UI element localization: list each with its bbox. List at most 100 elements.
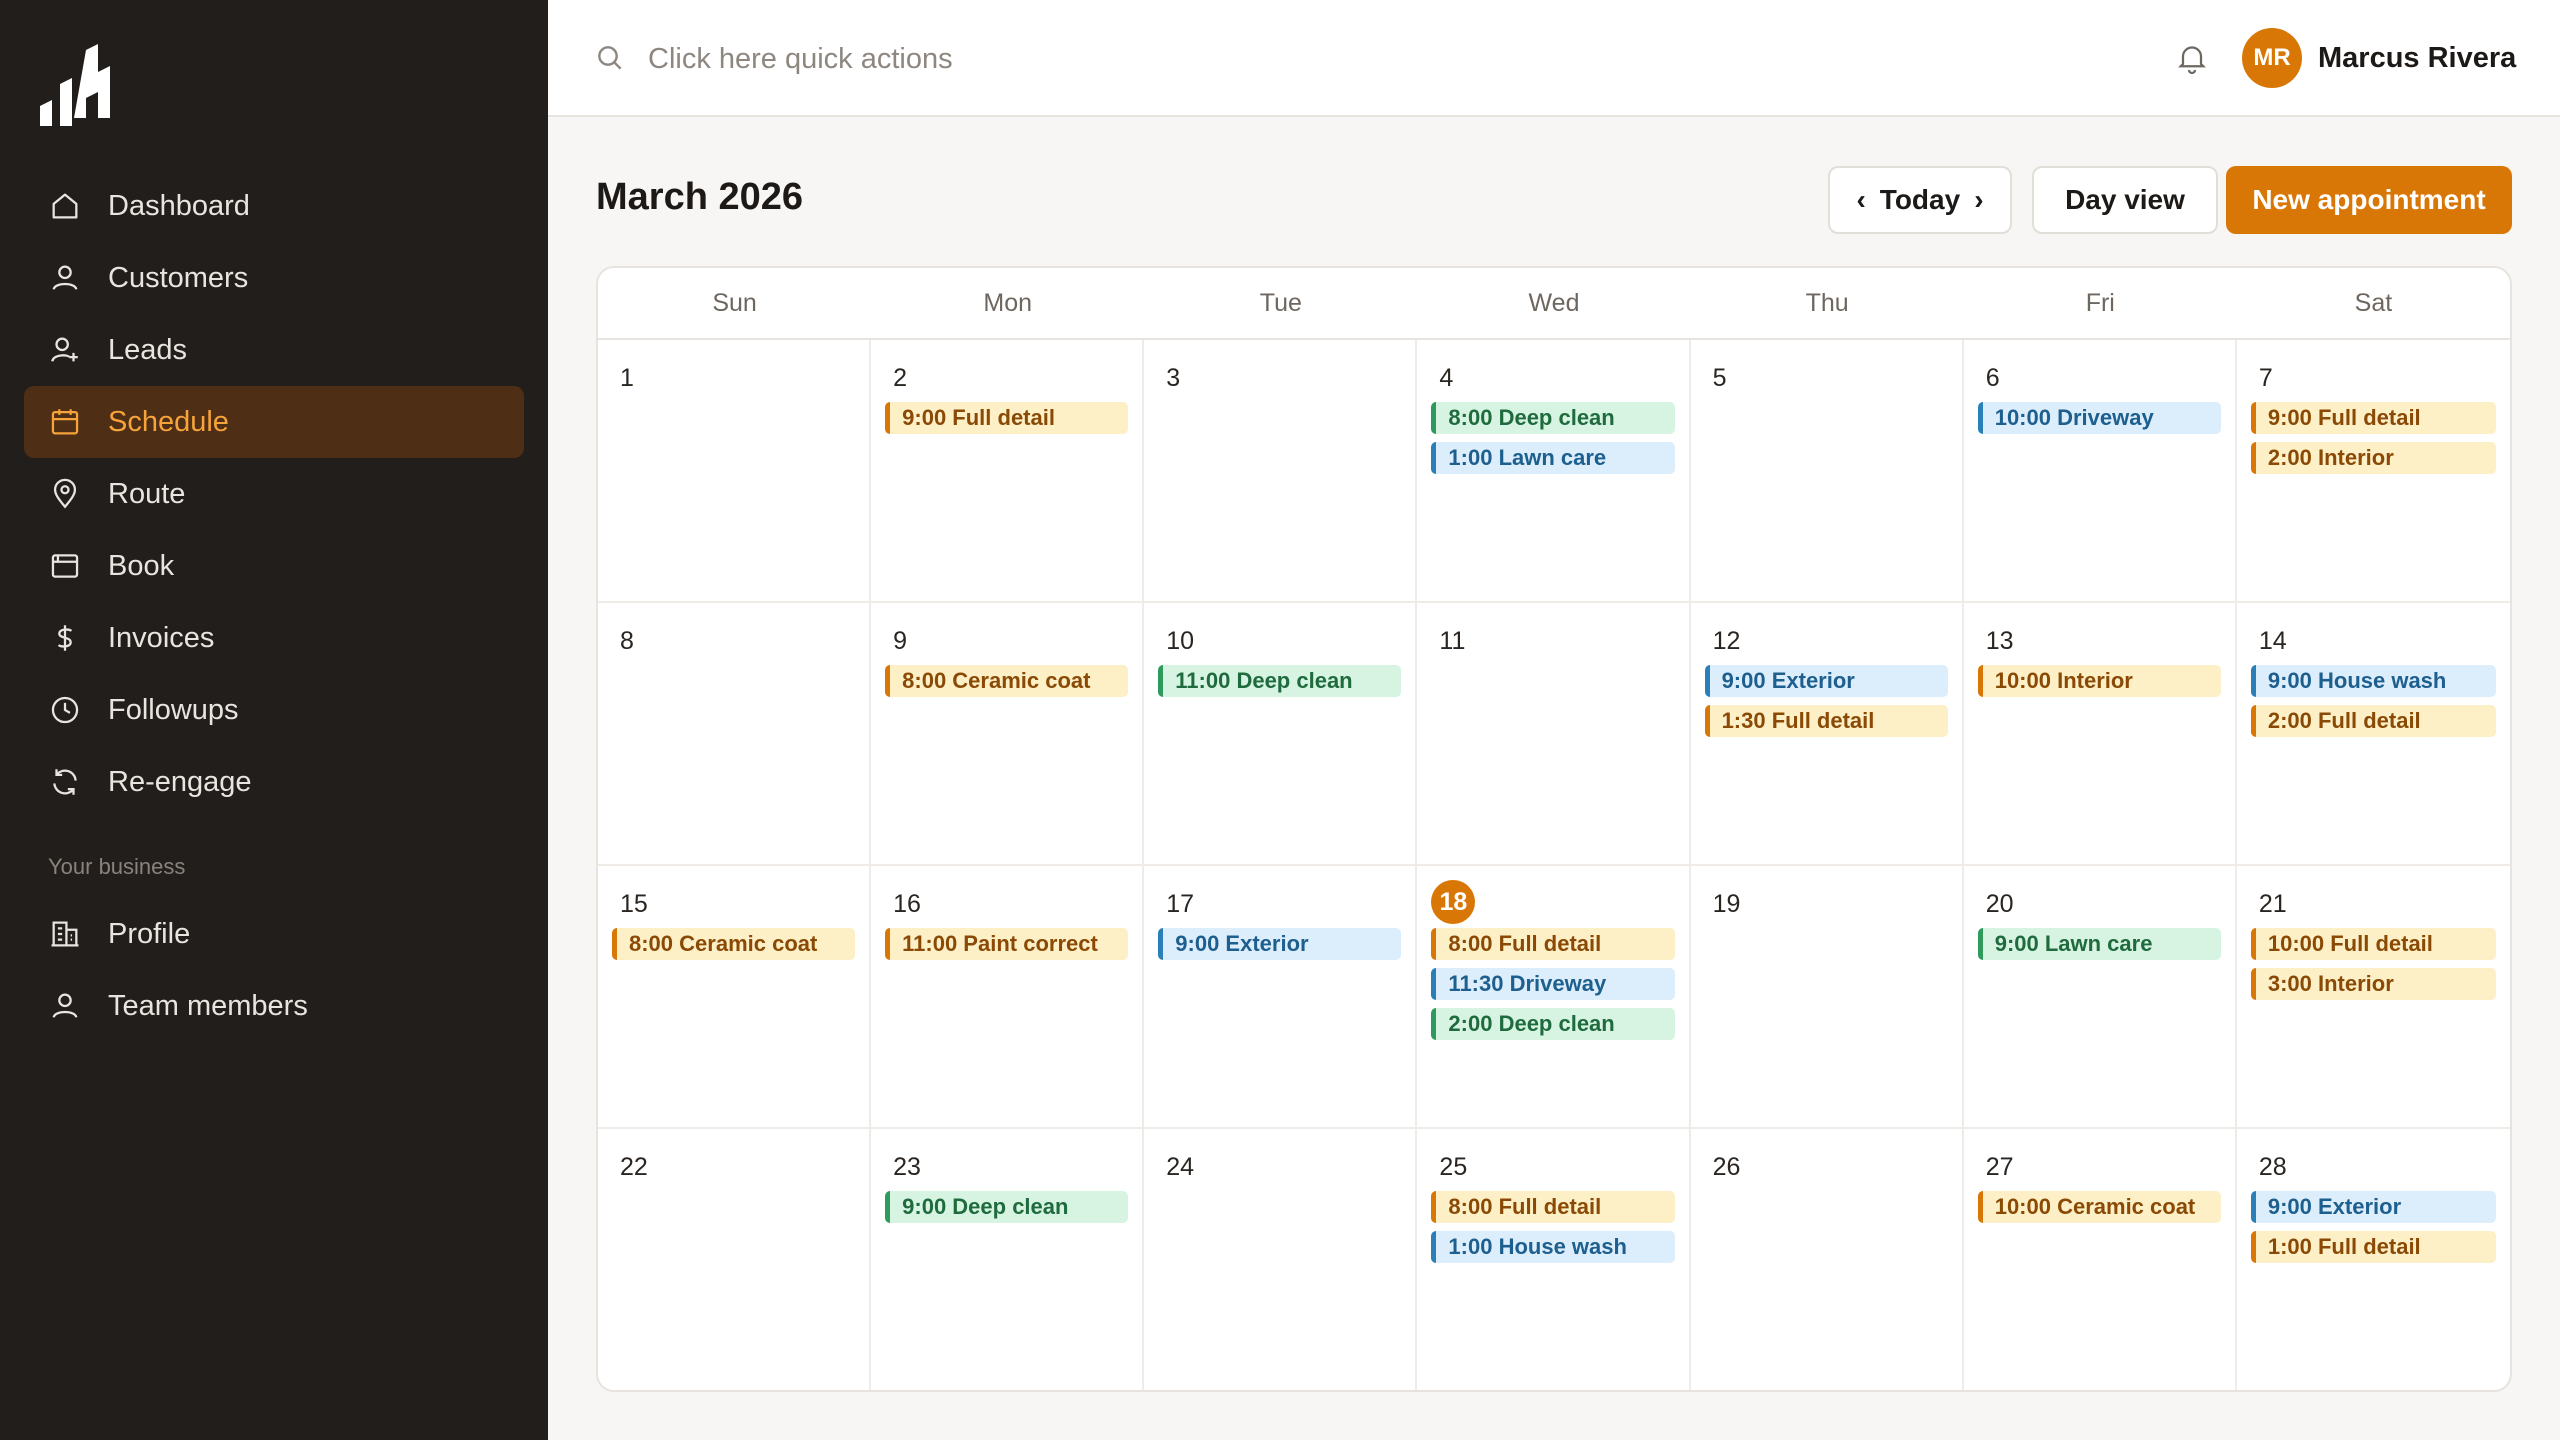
appointment-chip[interactable]: 1:00 House wash [1431,1231,1675,1263]
appointment-chip[interactable]: 10:00 Driveway [1977,402,2221,434]
chevron-left-icon[interactable]: ‹ [1842,184,1879,216]
calendar-icon [48,405,82,439]
appointment-chip[interactable]: 9:00 Exterior [1704,665,1948,697]
sidebar-item-book[interactable]: Book [24,530,524,602]
today-nav-group: ‹ Today › [1828,166,2012,234]
day-cell[interactable]: 27 10:00 Ceramic coat [1964,1129,2237,1390]
appointment-chip[interactable]: 11:00 Paint correct [885,928,1129,960]
day-number: 14 [2258,626,2287,655]
sidebar-item-leads[interactable]: Leads [24,314,524,386]
sidebar-item-invoices[interactable]: Invoices [24,602,524,674]
event-list: 11:00 Deep clean [1158,665,1402,697]
weekday-label: Wed [1528,288,1580,317]
appointment-chip[interactable]: 9:00 Lawn care [1977,928,2221,960]
appointment-chip[interactable]: 9:00 Exterior [1158,928,1402,960]
logo[interactable] [38,44,110,126]
appointment-chip[interactable]: 9:00 Full detail [2250,402,2496,434]
day-cell[interactable]: 9 8:00 Ceramic coat [871,603,1145,866]
bell-icon[interactable] [2174,40,2210,76]
day-cell[interactable]: 25 8:00 Full detail 1:00 House wash [1417,1129,1691,1390]
sidebar-item-label: Customers [108,261,249,294]
appointment-chip[interactable]: 2:00 Interior [2250,442,2496,474]
day-number: 19 [1712,889,1741,918]
dollar-icon [48,621,82,655]
weekday-label: Thu [1805,288,1849,317]
day-cell[interactable]: 11 [1417,603,1691,866]
appointment-chip[interactable]: 11:00 Deep clean [1158,665,1402,697]
sidebar-item-re-engage[interactable]: Re-engage [24,746,524,818]
day-cell[interactable]: 5 [1690,340,1964,603]
section-label-business: Your business [48,854,186,879]
appointment-chip[interactable]: 11:30 Driveway [1431,968,1675,1000]
day-cell[interactable]: 14 9:00 House wash 2:00 Full detail [2236,603,2510,866]
day-cell[interactable]: 1 [598,340,872,603]
weekday-label: Sun [712,288,757,317]
new-appointment-button[interactable]: New appointment [2226,166,2512,234]
day-cell[interactable]: 24 [1144,1129,1418,1390]
day-cell[interactable]: 18 8:00 Full detail 11:30 Driveway 2:00 Dee… [1417,866,1691,1129]
day-cell[interactable]: 15 8:00 Ceramic coat [598,866,872,1129]
page-title: March 2026 [596,176,804,218]
appointment-chip[interactable]: 1:30 Full detail [1704,705,1948,737]
day-cell[interactable]: 3 [1144,340,1418,603]
day-cell[interactable]: 20 9:00 Lawn care [1963,866,2237,1129]
day-cell[interactable]: 10 11:00 Deep clean [1144,603,1418,866]
appointment-chip[interactable]: 8:00 Ceramic coat [612,928,856,960]
day-cell[interactable]: 17 9:00 Exterior [1144,866,1418,1129]
sidebar-item-dashboard[interactable]: Dashboard [24,170,524,242]
sidebar-item-customers[interactable]: Customers [24,242,524,314]
sidebar-item-followups[interactable]: Followups [24,674,524,746]
map-pin-icon [48,477,82,511]
day-cell[interactable]: 26 [1691,1129,1964,1390]
appointment-chip[interactable]: 1:00 Lawn care [1431,442,1675,474]
appointment-chip[interactable]: 8:00 Deep clean [1431,402,1675,434]
building-icon [48,917,82,951]
weekday-label: Mon [983,288,1033,317]
day-view-button[interactable]: Day view [2032,166,2218,234]
day-cell[interactable]: 8 [598,603,872,866]
sidebar-item-team-members[interactable]: Team members [24,970,524,1042]
avatar[interactable]: MR [2242,28,2302,88]
sidebar-item-schedule[interactable]: Schedule [24,386,524,458]
appointment-chip[interactable]: 9:00 House wash [2250,665,2496,697]
sidebar-item-route[interactable]: Route [24,458,524,530]
appointment-chip[interactable]: 10:00 Ceramic coat [1977,1191,2221,1223]
event-list: 9:00 Full detail [885,402,1129,434]
appointment-chip[interactable]: 3:00 Interior [2250,968,2496,1000]
appointment-chip[interactable]: 9:00 Exterior [2250,1191,2496,1223]
appointment-chip[interactable]: 2:00 Full detail [2250,705,2496,737]
today-button[interactable]: Today [1880,184,1960,216]
day-number: 15 [620,889,648,918]
day-cell[interactable]: 22 [598,1129,872,1390]
day-cell[interactable]: 6 10:00 Driveway [1963,340,2237,603]
event-list: 9:00 Exterior [1158,928,1402,960]
sidebar-item-label: Book [108,549,175,582]
appointment-chip[interactable]: 10:00 Interior [1977,665,2221,697]
appointment-chip[interactable]: 8:00 Full detail [1431,928,1675,960]
day-cell[interactable]: 23 9:00 Deep clean [871,1129,1145,1390]
event-list: 10:00 Interior [1977,665,2221,697]
appointment-chip[interactable]: 9:00 Full detail [885,402,1129,434]
appointment-chip[interactable]: 10:00 Full detail [2250,928,2496,960]
day-cell[interactable]: 13 10:00 Interior [1963,603,2237,866]
day-cell[interactable]: 4 8:00 Deep clean 1:00 Lawn care [1417,340,1691,603]
day-cell[interactable]: 2 9:00 Full detail [871,340,1145,603]
appointment-chip[interactable]: 1:00 Full detail [2250,1231,2496,1263]
day-cell[interactable]: 12 9:00 Exterior 1:30 Full detail [1690,603,1964,866]
appointment-chip[interactable]: 2:00 Deep clean [1431,1008,1675,1040]
user-name[interactable]: Marcus Rivera [2318,42,2516,75]
day-cell[interactable]: 19 [1690,866,1964,1129]
appointment-chip[interactable]: 9:00 Deep clean [885,1191,1129,1223]
appointment-chip[interactable]: 8:00 Full detail [1431,1191,1675,1223]
sidebar-item-profile[interactable]: Profile [24,898,524,970]
day-cell[interactable]: 28 9:00 Exterior 1:00 Full detail [2237,1129,2510,1390]
search-input[interactable] [648,36,1348,82]
appointment-chip[interactable]: 8:00 Ceramic coat [885,665,1129,697]
chevron-right-icon[interactable]: › [1960,184,1997,216]
event-list: 10:00 Full detail 3:00 Interior [2250,928,2496,1000]
event-list: 8:00 Full detail 11:30 Driveway 2:00 Deep … [1431,928,1675,1040]
day-number: 12 [1712,626,1741,655]
day-cell[interactable]: 7 9:00 Full detail 2:00 Interior [2236,340,2510,603]
day-cell[interactable]: 21 10:00 Full detail 3:00 Interior [2236,866,2510,1129]
day-cell[interactable]: 16 11:00 Paint correct [871,866,1145,1129]
